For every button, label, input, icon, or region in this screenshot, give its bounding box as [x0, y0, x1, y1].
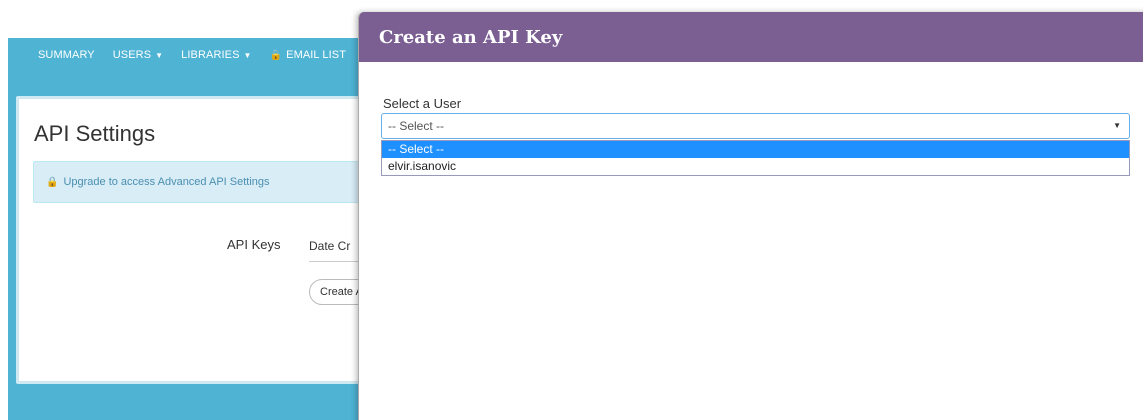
- user-select[interactable]: -- Select -- ▼: [381, 113, 1130, 139]
- dropdown-option[interactable]: -- Select --: [382, 141, 1129, 158]
- lock-icon: 🔒: [269, 49, 283, 61]
- nav-users[interactable]: USERS ▼: [113, 49, 163, 61]
- nav-email-list[interactable]: 🔒 EMAIL LIST: [270, 49, 346, 61]
- upgrade-alert: 🔒 Upgrade to access Advanced API Setting…: [33, 161, 373, 203]
- caret-down-icon: ▼: [243, 50, 252, 60]
- modal-title: Create an API Key: [359, 12, 1143, 62]
- user-select-value: -- Select --: [388, 119, 445, 133]
- create-api-key-modal: Create an API Key Select a User -- Selec…: [358, 12, 1143, 420]
- page-title: API Settings: [34, 121, 156, 146]
- api-keys-label: API Keys: [227, 237, 281, 252]
- select-user-label: Select a User: [383, 96, 462, 111]
- dropdown-option[interactable]: elvir.isanovic: [382, 158, 1129, 175]
- caret-down-icon: ▼: [155, 50, 164, 60]
- nav-users-label: USERS: [112, 49, 152, 61]
- upgrade-alert-link[interactable]: Upgrade to access Advanced API Settings: [63, 176, 269, 188]
- nav-summary[interactable]: SUMMARY: [38, 49, 95, 61]
- chevron-down-icon: ▼: [1113, 121, 1121, 130]
- nav-libraries[interactable]: LIBRARIES ▼: [181, 49, 251, 61]
- nav-email-list-label: EMAIL LIST: [286, 49, 347, 61]
- top-navigation: SUMMARY USERS ▼ LIBRARIES ▼ 🔒 EMAIL LIST: [8, 38, 368, 72]
- nav-libraries-label: LIBRARIES: [181, 49, 240, 61]
- user-select-dropdown: -- Select -- elvir.isanovic: [381, 140, 1130, 176]
- lock-icon: 🔒: [46, 176, 59, 188]
- api-settings-panel: API Settings 🔒 Upgrade to access Advance…: [16, 96, 379, 384]
- nav-summary-label: SUMMARY: [38, 49, 95, 61]
